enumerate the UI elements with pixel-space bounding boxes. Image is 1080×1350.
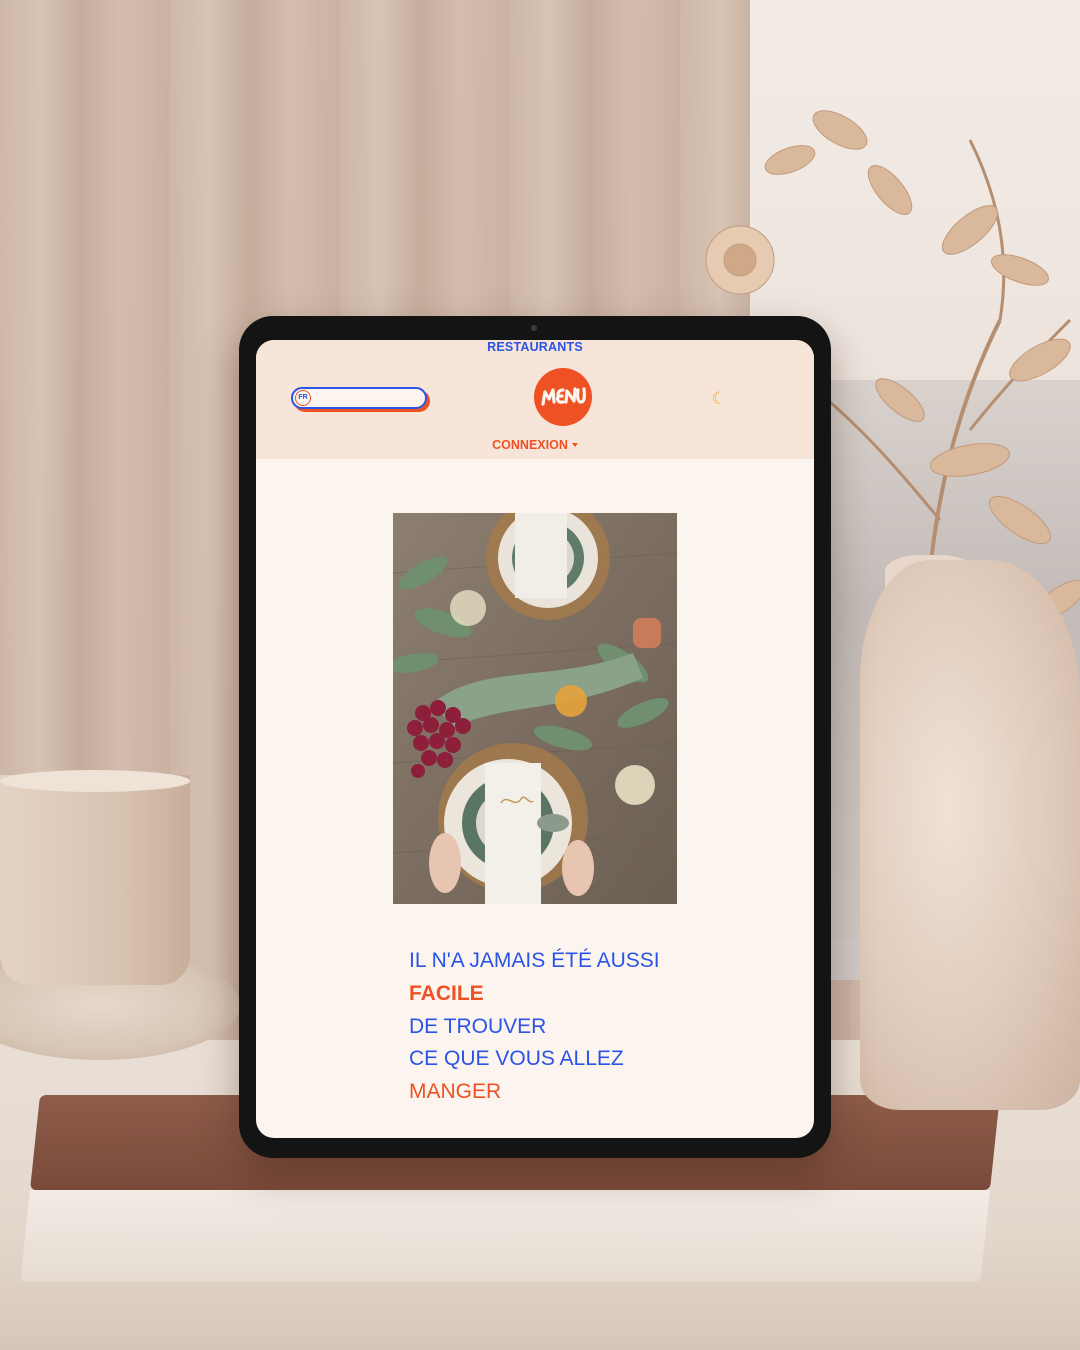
login-dropdown[interactable]: CONNEXION — [256, 438, 814, 452]
menu-logo[interactable] — [534, 368, 592, 426]
moon-icon[interactable]: ☾ — [708, 388, 730, 410]
book-pages — [20, 1190, 991, 1282]
menu-logo-icon — [541, 387, 586, 406]
caret-down-icon — [571, 443, 578, 447]
language-code-badge: FR — [295, 390, 311, 406]
hero-table-photo — [393, 513, 677, 904]
nav-link-restaurants[interactable]: RESTAURANTS — [256, 340, 814, 354]
tablet-screen: RESTAURANTS FR ☾ CONNEXION IL N'A JAMAIS… — [256, 340, 814, 1138]
table-setting-illustration — [393, 513, 677, 904]
camera-dot — [531, 325, 537, 331]
tablet-device: RESTAURANTS FR ☾ CONNEXION IL N'A JAMAIS… — [239, 316, 831, 1158]
site-header: RESTAURANTS FR ☾ CONNEXION — [256, 340, 814, 459]
tagline-line-4: CE QUE VOUS ALLEZ — [409, 1047, 624, 1071]
coffee-mug-rim — [0, 770, 190, 792]
tagline-highlight: FACILE — [409, 981, 484, 1005]
tagline-line-1: IL N'A JAMAIS ÉTÉ AUSSI — [409, 949, 660, 972]
language-selector[interactable]: FR — [291, 387, 427, 409]
tagline-line-5: MANGER — [409, 1080, 502, 1104]
vase — [860, 560, 1080, 1110]
tagline-line-3: DE TROUVER — [409, 1014, 547, 1038]
hero-tagline: IL N'A JAMAIS ÉTÉ AUSSI FACILE DE TROUVE… — [409, 945, 789, 1109]
coffee-mug — [0, 775, 190, 985]
login-label: CONNEXION — [492, 438, 568, 452]
